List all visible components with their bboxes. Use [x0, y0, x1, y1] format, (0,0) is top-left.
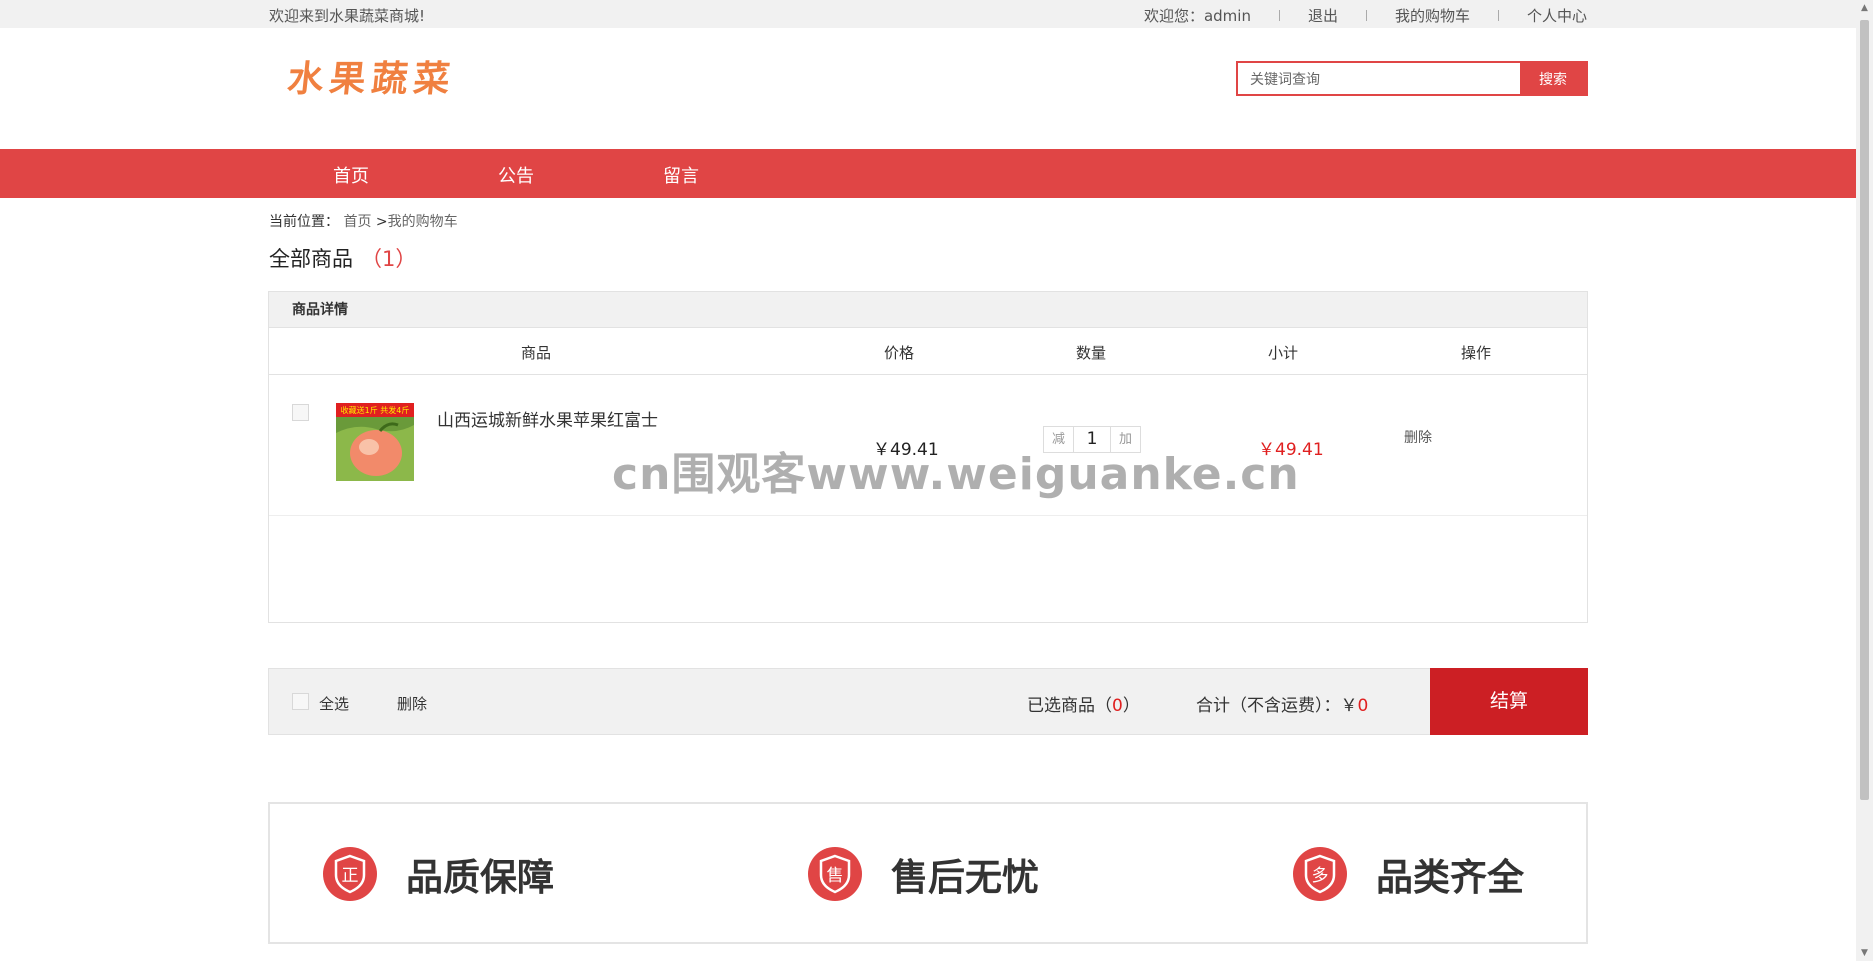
total-amount: 合计（不含运费）：￥0 [1196, 691, 1368, 716]
checkout-button[interactable]: 结算 [1430, 668, 1588, 735]
top-bar: 欢迎来到水果蔬菜商城! 欢迎您：admin 退出 我的购物车 个人中心 [0, 0, 1856, 28]
cart-table: 商品详情 商品 价格 数量 小计 操作 收藏送1斤 共发4斤 山西运城新鲜水果苹… [268, 291, 1588, 623]
breadcrumb: 当前位置： 首页 >我的购物车 [269, 211, 458, 231]
feature-quality: 正 品质保障 [322, 846, 554, 902]
selected-count: 已选商品（0） [1027, 691, 1140, 716]
cart-columns: 商品 价格 数量 小计 操作 [269, 328, 1587, 375]
logout-link[interactable]: 退出 [1308, 5, 1338, 26]
col-price: 价格 [884, 344, 915, 362]
breadcrumb-current: 我的购物车 [387, 214, 458, 230]
nav-item-notice[interactable]: 公告 [498, 162, 534, 188]
feature-variety: 多 品类齐全 [1292, 846, 1524, 902]
all-goods-label: 全部商品 [269, 247, 353, 271]
delete-item-link[interactable]: 删除 [1404, 427, 1432, 447]
my-cart-link[interactable]: 我的购物车 [1395, 5, 1470, 26]
selected-count-value: 0 [1112, 696, 1123, 716]
service-features: 正 品质保障 售 售后无忧 多 品类齐全 [268, 802, 1588, 944]
col-subtotal: 小计 [1268, 344, 1299, 362]
cart-header: 商品详情 [269, 292, 1587, 328]
selected-label: 已选商品（ [1027, 696, 1112, 716]
breadcrumb-home[interactable]: 首页 [343, 214, 371, 230]
qty-value[interactable]: 1 [1073, 427, 1111, 452]
item-checkbox[interactable] [292, 404, 309, 421]
col-action: 操作 [1461, 344, 1492, 362]
page-scrollbar[interactable]: ▲ ▼ [1856, 0, 1873, 961]
quantity-stepper: 减 1 加 [1043, 426, 1141, 453]
search-button[interactable]: 搜索 [1520, 63, 1586, 94]
product-name[interactable]: 山西运城新鲜水果苹果红富士 [437, 406, 658, 431]
search-input[interactable] [1238, 63, 1520, 94]
select-all-checkbox[interactable] [292, 693, 309, 710]
after-sales-badge-icon: 售 [808, 847, 862, 901]
thumb-banner-text: 收藏送1斤 共发4斤 [341, 405, 410, 415]
welcome-text: 欢迎来到水果蔬菜商城! [269, 7, 426, 25]
site-logo[interactable]: 水果蔬菜 [285, 50, 458, 102]
feature-label: 品类齐全 [1376, 856, 1524, 899]
search-box: 搜索 [1236, 61, 1588, 96]
nav-item-home[interactable]: 首页 [333, 162, 369, 188]
personal-center-link[interactable]: 个人中心 [1527, 5, 1587, 26]
user-greeting[interactable]: 欢迎您：admin [1144, 5, 1251, 26]
breadcrumb-label: 当前位置： [269, 214, 339, 230]
all-goods-title: 全部商品 （1） [269, 243, 416, 273]
product-subtotal: ￥49.41 [1258, 440, 1324, 460]
total-value: 0 [1357, 696, 1369, 716]
qty-plus-button[interactable]: 加 [1111, 427, 1140, 452]
nav-item-message[interactable]: 留言 [663, 162, 699, 188]
svg-text:正: 正 [342, 866, 359, 886]
product-thumbnail[interactable]: 收藏送1斤 共发4斤 [336, 403, 414, 481]
divider [1278, 10, 1280, 21]
main-nav: 首页 公告 留言 [0, 149, 1856, 198]
delete-selected-link[interactable]: 删除 [397, 693, 427, 714]
cart-row: 收藏送1斤 共发4斤 山西运城新鲜水果苹果红富士 ￥49.41 减 1 加 ￥4… [269, 375, 1587, 516]
variety-badge-icon: 多 [1293, 847, 1347, 901]
selected-close: ） [1122, 696, 1140, 716]
select-all-label[interactable]: 全选 [319, 693, 349, 714]
cart-footer-bar: 全选 删除 已选商品（0） 合计（不含运费）：￥0 结算 [268, 668, 1588, 735]
feature-after-sales: 售 售后无忧 [807, 846, 1039, 902]
quality-badge-icon: 正 [323, 847, 377, 901]
product-price: ￥49.41 [873, 440, 939, 460]
col-quantity: 数量 [1076, 344, 1107, 362]
top-links: 欢迎您：admin 退出 我的购物车 个人中心 [1144, 5, 1587, 26]
feature-label: 售后无忧 [891, 856, 1039, 899]
all-goods-count: （1） [361, 247, 417, 271]
breadcrumb-sep: > [375, 214, 388, 230]
svg-text:多: 多 [1312, 866, 1329, 886]
total-label: 合计（不含运费）：￥ [1196, 696, 1358, 716]
divider [1365, 10, 1367, 21]
scroll-up-icon[interactable]: ▲ [1860, 3, 1869, 13]
divider [1497, 10, 1499, 21]
qty-minus-button[interactable]: 减 [1044, 427, 1073, 452]
col-product: 商品 [521, 344, 552, 362]
scrollbar-thumb[interactable] [1860, 20, 1869, 800]
feature-label: 品质保障 [406, 856, 554, 899]
scroll-down-icon[interactable]: ▼ [1860, 948, 1869, 958]
svg-text:售: 售 [827, 866, 844, 886]
